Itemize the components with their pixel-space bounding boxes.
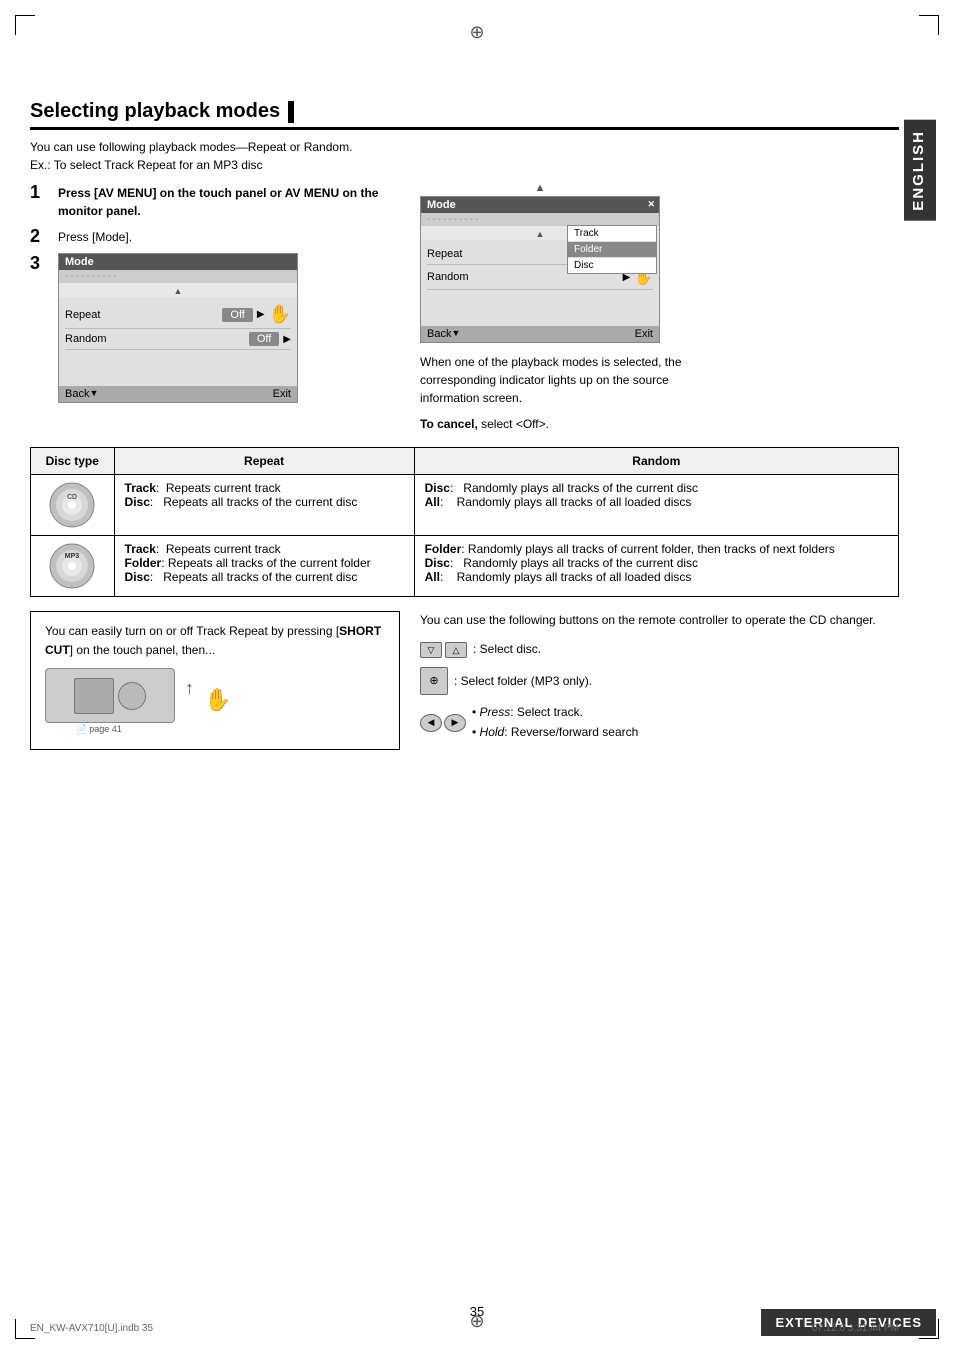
repeat-arrow[interactable]: ▶ bbox=[257, 309, 265, 320]
remote-row-track: ◀ ▶ • Press: Select track. • Hold: Rever… bbox=[420, 703, 899, 741]
track-prev-btn[interactable]: ◀ bbox=[420, 714, 442, 732]
disc-type-mp3: MP3 bbox=[31, 536, 115, 597]
mode-row-random: Random Off ▶ bbox=[65, 329, 291, 350]
corner-mark-tr bbox=[919, 15, 939, 35]
mode-row-repeat: Repeat Off ▶ ✋ bbox=[65, 301, 291, 329]
mode-screen-left-dots: ---------- bbox=[59, 270, 297, 283]
table-row-cd: CD Track: Repeats current track Disc: Re… bbox=[31, 475, 899, 536]
option-folder[interactable]: Folder bbox=[568, 242, 656, 258]
cd-random-cell: Disc: Randomly plays all tracks of the c… bbox=[414, 475, 898, 536]
mode-screen-right-footer: Back ▼ Exit bbox=[421, 326, 659, 342]
bottom-section: You can easily turn on or off Track Repe… bbox=[30, 611, 899, 750]
mode-screen-right-wrapper: ▲ Mode ✕ ---------- ▲ Repeat Off bbox=[420, 182, 660, 343]
mode-screen-left: Mode ---------- ▲ Repeat Off ▶ bbox=[58, 253, 298, 403]
option-disc[interactable]: Disc bbox=[568, 258, 656, 273]
svg-text:CD: CD bbox=[67, 494, 77, 501]
remote-section: You can use the following buttons on the… bbox=[420, 611, 899, 750]
hand-cursor-repeat: ✋ bbox=[269, 304, 291, 325]
remote-row-folder: ⊕ : Select folder (MP3 only). bbox=[420, 667, 899, 695]
step-1-text: Press [AV MENU] on the touch panel or AV… bbox=[58, 182, 400, 220]
corner-mark-tl bbox=[15, 15, 35, 35]
mp3-icon: MP3 bbox=[48, 542, 96, 590]
main-content: Selecting playback modes You can use fol… bbox=[30, 100, 899, 1294]
table-header-repeat: Repeat bbox=[114, 448, 414, 475]
note-box: You can easily turn on or off Track Repe… bbox=[30, 611, 400, 750]
step-3-num: 3 bbox=[30, 253, 50, 274]
updown-btns: ▽ △ bbox=[420, 642, 467, 658]
folder-btn[interactable]: ⊕ bbox=[420, 667, 448, 695]
english-sidebar: ENGLISH bbox=[904, 120, 936, 221]
table-header-disc-type: Disc type bbox=[31, 448, 115, 475]
step-3-content: Mode ---------- ▲ Repeat Off ▶ bbox=[58, 253, 298, 413]
mp3-random-cell: Folder: Randomly plays all tracks of cur… bbox=[414, 536, 898, 597]
remote-row-updown: ▽ △ : Select disc. bbox=[420, 640, 899, 659]
table-header-random: Random bbox=[414, 448, 898, 475]
repeat-value: Off bbox=[222, 308, 252, 322]
step-3: 3 Mode ---------- ▲ Repeat bbox=[30, 253, 400, 413]
step-2: 2 Press [Mode]. bbox=[30, 226, 400, 247]
down-btn[interactable]: ▽ bbox=[420, 642, 442, 658]
mode-screen-right-header: Mode ✕ bbox=[421, 197, 659, 213]
close-x[interactable]: ✕ bbox=[647, 199, 655, 210]
device-knob bbox=[118, 682, 146, 710]
mode-screen-right: Mode ✕ ---------- ▲ Repeat Off ▶ bbox=[420, 196, 660, 343]
footer-right: 07.12.6 3:31:44 PM bbox=[812, 1323, 899, 1334]
up-btn[interactable]: △ bbox=[445, 642, 467, 658]
device-mockup: 📄 page 41 bbox=[45, 668, 175, 723]
arrow-line: ↑ bbox=[185, 674, 194, 703]
crosshair-top: ⊕ bbox=[469, 22, 484, 43]
options-panel: Track Folder Disc bbox=[567, 225, 657, 274]
section-title: Selecting playback modes bbox=[30, 100, 899, 130]
arrow-above: ▲ bbox=[420, 182, 660, 194]
track-btns: ◀ ▶ bbox=[420, 714, 466, 732]
cd-repeat-cell: Track: Repeats current track Disc: Repea… bbox=[114, 475, 414, 536]
svg-text:MP3: MP3 bbox=[65, 553, 80, 560]
left-column: 1 Press [AV MENU] on the touch panel or … bbox=[30, 182, 400, 433]
random-value: Off bbox=[249, 332, 279, 346]
two-col-layout: 1 Press [AV MENU] on the touch panel or … bbox=[30, 182, 899, 433]
mode-screen-left-footer: Back ▼ Exit bbox=[59, 386, 297, 402]
disc-table: Disc type Repeat Random bbox=[30, 447, 899, 597]
table-row-mp3: MP3 Track: Repeats current track Folder:… bbox=[31, 536, 899, 597]
step-2-num: 2 bbox=[30, 226, 50, 247]
mode-screen-left-header: Mode bbox=[59, 254, 297, 270]
mp3-repeat-cell: Track: Repeats current track Folder: Rep… bbox=[114, 536, 414, 597]
mode-screen-left-body: Repeat Off ▶ ✋ Random Off bbox=[59, 297, 297, 386]
footer-left: EN_KW-AVX710[U].indb 35 bbox=[30, 1323, 153, 1334]
intro-text: You can use following playback modes—Rep… bbox=[30, 138, 410, 174]
cancel-text: To cancel, select <Off>. bbox=[420, 415, 899, 433]
option-track[interactable]: Track bbox=[568, 226, 656, 242]
title-bar bbox=[288, 101, 294, 123]
step-1: 1 Press [AV MENU] on the touch panel or … bbox=[30, 182, 400, 220]
step-2-text: Press [Mode]. bbox=[58, 226, 132, 246]
step-1-num: 1 bbox=[30, 182, 50, 203]
random-arrow: ▶ bbox=[283, 334, 291, 345]
page-number: 35 bbox=[470, 1304, 484, 1319]
hand-icon-note: ✋ bbox=[204, 682, 231, 717]
note-box-content: 📄 page 41 ↑ ✋ bbox=[45, 668, 385, 723]
device-screen bbox=[74, 678, 114, 714]
right-column: ▲ Mode ✕ ---------- ▲ Repeat Off bbox=[420, 182, 899, 433]
after-text: When one of the playback modes is select… bbox=[420, 353, 700, 407]
disc-type-cd: CD bbox=[31, 475, 115, 536]
cd-icon: CD bbox=[48, 481, 96, 529]
track-next-btn[interactable]: ▶ bbox=[444, 714, 466, 732]
